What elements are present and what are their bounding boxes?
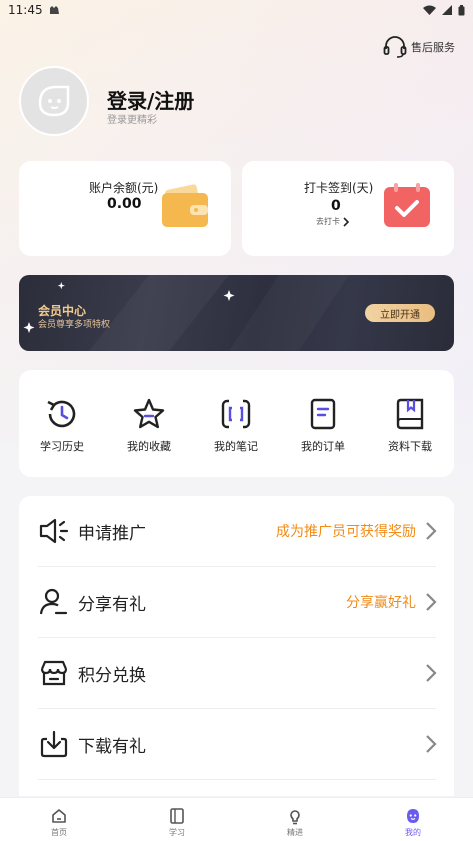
quick-action-label: 我的订单 — [301, 440, 345, 453]
balance-label: 账户余额(元) — [89, 181, 159, 195]
note-icon — [221, 398, 251, 430]
go-checkin-link[interactable]: 去打卡 — [316, 216, 349, 227]
battery-icon — [458, 4, 465, 15]
wallet-icon — [162, 184, 208, 227]
user-share-icon — [39, 588, 68, 615]
bottom-navigation: 首页 学习 精进 我的 — [0, 797, 473, 841]
history-icon — [47, 400, 76, 428]
nav-home[interactable]: 首页 — [29, 806, 89, 838]
member-center-banner[interactable]: 会员中心 会员尊享多项特权 立即开通 — [19, 275, 454, 351]
login-subtitle: 登录更精彩 — [107, 115, 157, 126]
checkin-value: 0 — [331, 198, 341, 214]
menu-label: 下载有礼 — [78, 736, 146, 757]
profile-icon — [407, 809, 419, 823]
bulb-icon — [290, 810, 300, 825]
chevron-right-icon — [426, 664, 437, 682]
download-icon — [40, 730, 68, 758]
nav-label: 我的 — [405, 828, 421, 837]
chevron-right-icon — [343, 216, 349, 227]
quick-action-orders[interactable]: 我的订单 — [283, 396, 363, 454]
chevron-right-icon — [426, 593, 437, 611]
after-sales-service-button[interactable]: 售后服务 — [383, 36, 455, 58]
checkin-label: 打卡签到(天) — [304, 181, 374, 195]
wifi-icon — [423, 5, 436, 15]
study-icon — [170, 808, 184, 824]
menu-apply-promotion[interactable]: 申请推广 成为推广员可获得奖励 — [19, 496, 454, 566]
quick-actions-panel: 学习历史 我的收藏 我的笔记 我的订单 资料下载 — [19, 370, 454, 477]
nav-study[interactable]: 学习 — [147, 806, 207, 838]
menu-share-gift[interactable]: 分享有礼 分享赢好礼 — [19, 567, 454, 637]
checkin-card[interactable]: 打卡签到(天) 0 去打卡 — [242, 161, 454, 256]
status-time: 11:45 — [8, 3, 43, 17]
menu-label: 分享有礼 — [78, 594, 146, 615]
calendar-check-icon — [384, 183, 430, 227]
nav-improve[interactable]: 精进 — [265, 806, 325, 838]
quick-action-downloads[interactable]: 资料下载 — [370, 396, 450, 454]
member-center-subtitle: 会员尊享多项特权 — [38, 320, 111, 330]
chevron-right-icon — [426, 735, 437, 753]
status-bar: 11:45 — [0, 0, 473, 20]
menu-list: 申请推广 成为推广员可获得奖励 分享有礼 分享赢好礼 积分兑换 下载有礼 — [19, 496, 454, 796]
default-avatar-icon — [38, 85, 70, 117]
quick-action-study-history[interactable]: 学习历史 — [22, 396, 102, 454]
order-icon — [310, 398, 336, 430]
home-icon — [52, 809, 66, 823]
nav-label: 首页 — [51, 828, 67, 837]
go-checkin-label: 去打卡 — [316, 217, 340, 226]
book-icon — [396, 398, 424, 430]
quick-action-label: 我的笔记 — [214, 440, 258, 453]
nav-mine[interactable]: 我的 — [383, 806, 443, 838]
star-icon — [133, 398, 165, 429]
nav-label: 精进 — [287, 828, 303, 837]
menu-hint: 分享赢好礼 — [346, 595, 416, 611]
activate-now-button[interactable]: 立即开通 — [365, 304, 435, 322]
menu-points-exchange[interactable]: 积分兑换 — [19, 638, 454, 708]
menu-download-gift[interactable]: 下载有礼 — [19, 709, 454, 779]
service-label: 售后服务 — [411, 41, 455, 54]
quick-action-label: 我的收藏 — [127, 440, 171, 453]
menu-label: 积分兑换 — [78, 665, 146, 686]
avatar[interactable] — [19, 66, 89, 136]
menu-hint: 成为推广员可获得奖励 — [276, 524, 416, 540]
balance-card[interactable]: 账户余额(元) 0.00 — [19, 161, 231, 256]
app-notification-icon — [49, 6, 59, 14]
quick-action-label: 学习历史 — [40, 440, 84, 453]
quick-action-notes[interactable]: 我的笔记 — [196, 396, 276, 454]
quick-action-label: 资料下载 — [388, 440, 432, 453]
menu-label: 申请推广 — [78, 523, 146, 544]
headset-icon — [383, 36, 407, 58]
chevron-right-icon — [426, 522, 437, 540]
shop-icon — [40, 660, 68, 686]
quick-action-favorites[interactable]: 我的收藏 — [109, 396, 189, 454]
signal-icon — [442, 5, 452, 15]
balance-value: 0.00 — [107, 196, 142, 212]
nav-label: 学习 — [169, 828, 185, 837]
divider — [38, 779, 436, 780]
login-register-title[interactable]: 登录/注册 — [107, 85, 194, 114]
megaphone-icon — [39, 518, 69, 544]
